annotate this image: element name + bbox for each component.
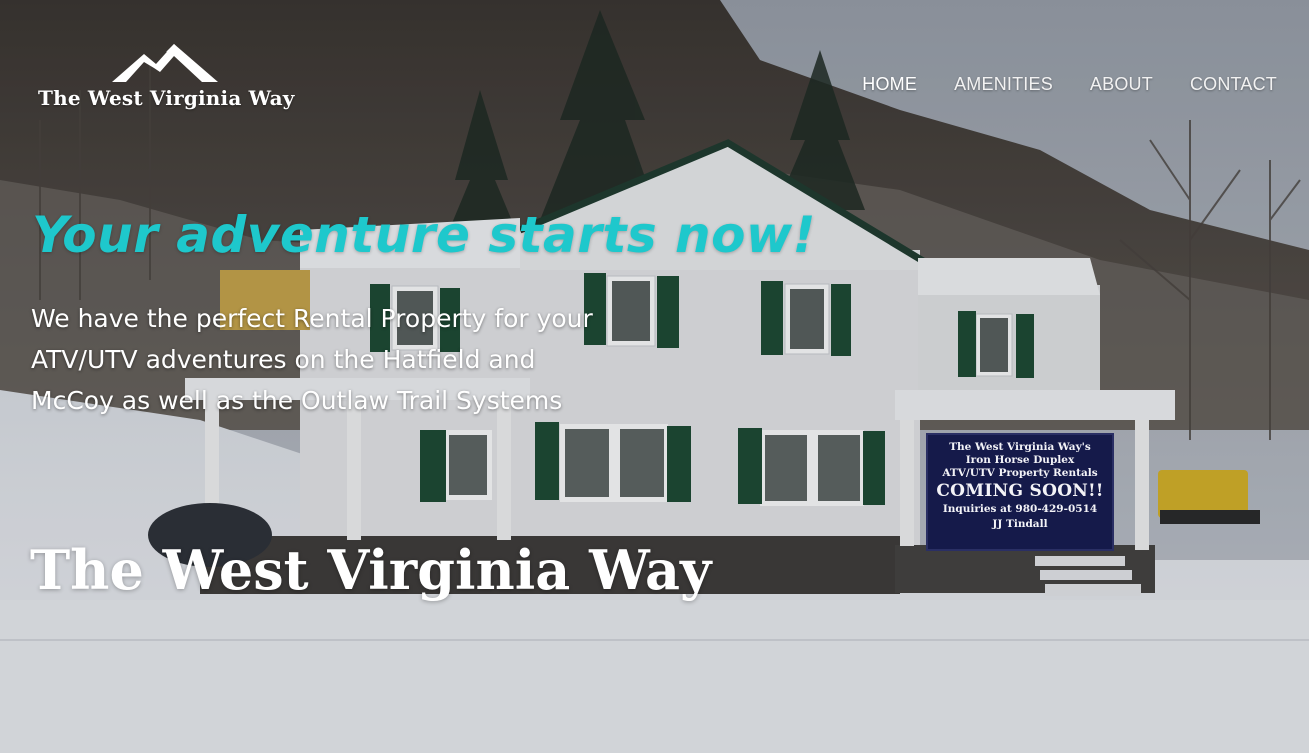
banner-line-2: Iron Horse Duplex xyxy=(965,454,1075,466)
nav-link-home[interactable]: HOME xyxy=(862,74,917,95)
hero-title: The West Virginia Way xyxy=(30,538,712,602)
main-navigation: HOME AMENITIES ABOUT CONTACT xyxy=(862,74,1277,95)
hero-subtext-line-1: We have the perfect Rental Property for … xyxy=(31,304,593,333)
banner-line-6: JJ Tindall xyxy=(992,518,1048,530)
hero-subtext-line-2: ATV/UTV adventures on the Hatfield and xyxy=(31,345,536,374)
hero-subtext: We have the perfect Rental Property for … xyxy=(31,298,671,421)
banner-line-1: The West Virginia Way's xyxy=(949,441,1091,453)
mountains-icon xyxy=(112,44,218,82)
banner-line-4: COMING SOON!! xyxy=(936,481,1104,501)
nav-link-about[interactable]: ABOUT xyxy=(1090,74,1153,95)
nav-link-amenities[interactable]: AMENITIES xyxy=(954,74,1053,95)
banner-line-5: Inquiries at 980-429-0514 xyxy=(942,503,1098,515)
banner-line-3: ATV/UTV Property Rentals xyxy=(942,467,1098,479)
site-logo[interactable]: The West Virginia Way xyxy=(36,42,296,122)
logo-text: The West Virginia Way xyxy=(38,86,295,110)
hero-headline: Your adventure starts now! xyxy=(32,206,816,264)
coming-soon-banner: The West Virginia Way's Iron Horse Duple… xyxy=(926,433,1114,551)
hero-section: The West Virginia Way's Iron Horse Duple… xyxy=(0,0,1309,753)
nav-link-contact[interactable]: CONTACT xyxy=(1190,74,1277,95)
hero-subtext-line-3: McCoy as well as the Outlaw Trail System… xyxy=(31,386,563,415)
